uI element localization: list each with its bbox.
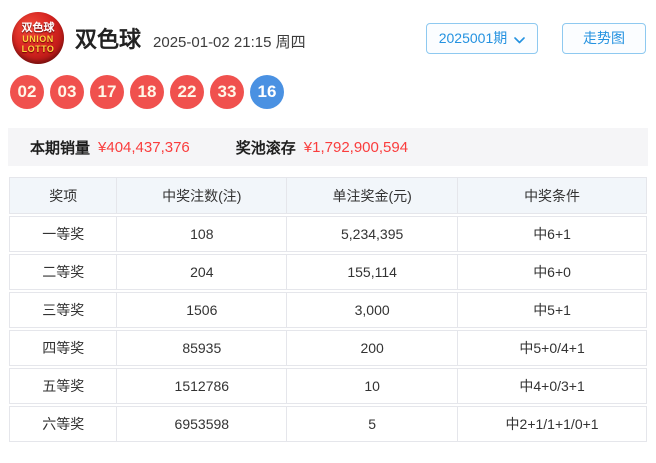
winning-numbers: 02 03 17 18 22 33 16 [10, 75, 656, 109]
table-row: 六等奖 6953598 5 中2+1/1+1/0+1 [9, 406, 647, 442]
blue-ball: 16 [250, 75, 284, 109]
prize-table-header-row: 奖项 中奖注数(注) 单注奖金(元) 中奖条件 [9, 177, 647, 214]
pool-value: ¥1,792,900,594 [303, 138, 409, 156]
red-ball-5: 22 [170, 75, 204, 109]
issue-selector-label: 2025001期 [438, 30, 508, 46]
prize-amount: 200 [287, 330, 459, 366]
col-header-amount: 单注奖金(元) [287, 177, 459, 214]
col-header-prize: 奖项 [9, 177, 118, 214]
sales-label: 本期销量 [30, 139, 91, 157]
table-row: 二等奖 204 155,114 中6+0 [9, 254, 647, 290]
red-ball-4: 18 [130, 75, 164, 109]
table-row: 一等奖 108 5,234,395 中6+1 [9, 216, 647, 252]
logo-text-union: UNION [22, 34, 54, 44]
winner-count: 85935 [117, 330, 288, 366]
table-row: 四等奖 85935 200 中5+0/4+1 [9, 330, 647, 366]
win-condition: 中2+1/1+1/0+1 [458, 406, 647, 442]
winner-count: 204 [117, 254, 288, 290]
table-row: 五等奖 1512786 10 中4+0/3+1 [9, 368, 647, 404]
win-condition: 中6+0 [458, 254, 647, 290]
prize-tier: 六等奖 [9, 406, 118, 442]
prize-table-container: 奖项 中奖注数(注) 单注奖金(元) 中奖条件 一等奖 108 5,234,39… [9, 175, 647, 444]
logo-text-lotto: LOTTO [21, 44, 55, 54]
red-ball-1: 02 [10, 75, 44, 109]
red-ball-2: 03 [50, 75, 84, 109]
win-condition: 中5+1 [458, 292, 647, 328]
red-ball-3: 17 [90, 75, 124, 109]
prize-tier: 一等奖 [9, 216, 118, 252]
draw-datetime: 2025-01-02 21:15 周四 [153, 33, 306, 51]
col-header-condition: 中奖条件 [458, 177, 647, 214]
red-ball-6: 33 [210, 75, 244, 109]
pool-label: 奖池滚存 [235, 139, 296, 157]
prize-tier: 二等奖 [9, 254, 118, 290]
sales-pool-bar: 本期销量 ¥404,437,376 奖池滚存 ¥1,792,900,594 [8, 128, 648, 166]
prize-amount: 3,000 [287, 292, 459, 328]
issue-selector-dropdown[interactable]: 2025001期 [426, 22, 538, 54]
trend-chart-button[interactable]: 走势图 [562, 22, 646, 54]
page-title: 双色球 [75, 27, 142, 52]
prize-amount: 5 [287, 406, 459, 442]
winner-count: 1506 [117, 292, 288, 328]
prize-amount: 155,114 [287, 254, 459, 290]
union-lotto-logo-icon: 双色球 UNION LOTTO [12, 12, 64, 64]
prize-tier: 三等奖 [9, 292, 118, 328]
prize-tier: 四等奖 [9, 330, 118, 366]
prize-tier: 五等奖 [9, 368, 118, 404]
prize-amount: 10 [287, 368, 459, 404]
win-condition: 中6+1 [458, 216, 647, 252]
chevron-down-icon [514, 31, 526, 47]
prize-amount: 5,234,395 [287, 216, 459, 252]
sales-value: ¥404,437,376 [98, 138, 190, 156]
winner-count: 6953598 [117, 406, 288, 442]
header-bar: 双色球 UNION LOTTO 双色球 2025-01-02 21:15 周四 … [12, 12, 646, 64]
winner-count: 1512786 [117, 368, 288, 404]
win-condition: 中4+0/3+1 [458, 368, 647, 404]
logo-text-cn: 双色球 [21, 22, 55, 34]
win-condition: 中5+0/4+1 [458, 330, 647, 366]
table-row: 三等奖 1506 3,000 中5+1 [9, 292, 647, 328]
winner-count: 108 [117, 216, 288, 252]
lottery-results-page: 双色球 UNION LOTTO 双色球 2025-01-02 21:15 周四 … [0, 12, 656, 463]
header-actions: 2025001期 走势图 [426, 22, 646, 54]
col-header-winners: 中奖注数(注) [117, 177, 288, 214]
prize-table: 奖项 中奖注数(注) 单注奖金(元) 中奖条件 一等奖 108 5,234,39… [9, 175, 647, 444]
